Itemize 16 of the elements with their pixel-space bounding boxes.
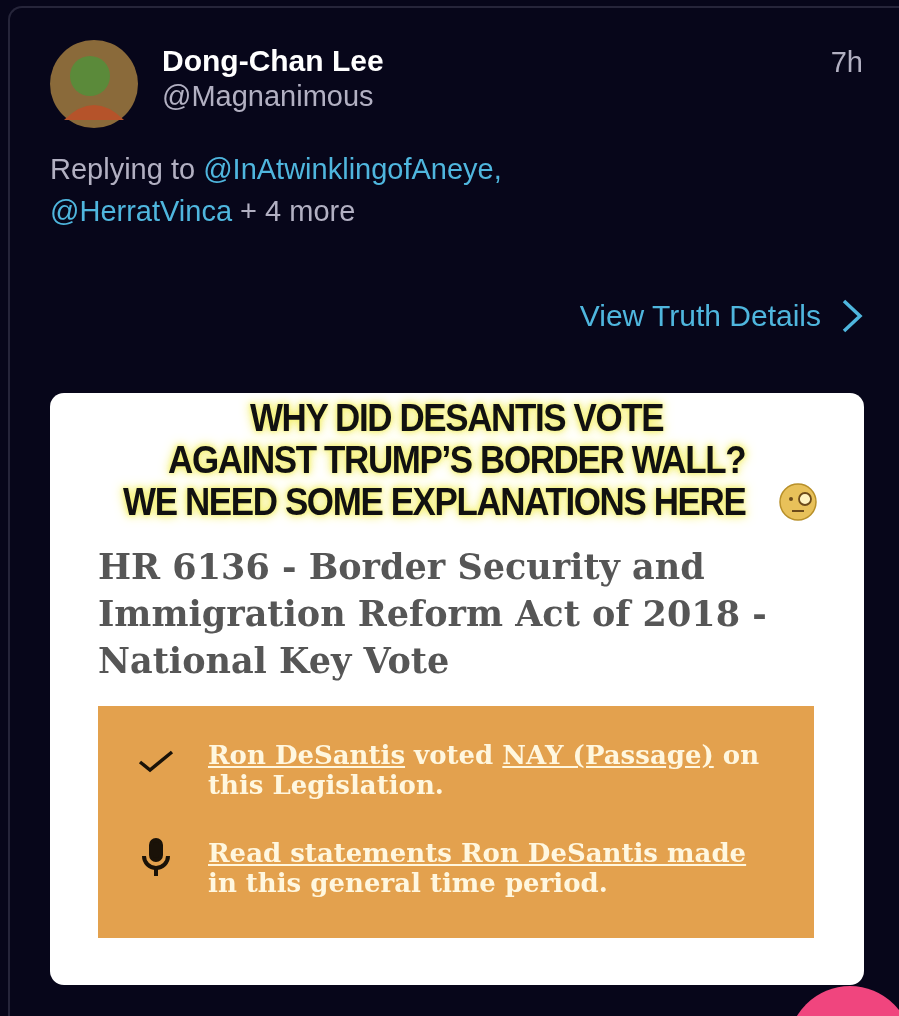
headline-text: WE NEED SOME EXPLANATIONS HERE bbox=[122, 481, 746, 523]
mention-link[interactable]: @HerratVinca bbox=[50, 195, 233, 227]
author-name[interactable]: Dong-Chan Lee bbox=[162, 44, 807, 78]
headline-text: WHY DID DESANTIS VOTE bbox=[250, 397, 664, 439]
vote-text: Ron DeSantis voted NAY (Passage) on this Legislation. bbox=[208, 740, 761, 800]
monocle-face-icon bbox=[778, 482, 819, 522]
vote-text: Read statements Ron DeSantis made in this general time period. bbox=[208, 838, 748, 898]
author-handle[interactable]: @Magnanimous bbox=[162, 80, 807, 113]
headline-text: AGAINST TRUMP’S BORDER WALL? bbox=[168, 439, 746, 481]
post-time: 7h bbox=[830, 45, 863, 79]
bill-title: HR 6136 - Border Security and Immigration Reform Act of 2018 - National Key Vote bbox=[98, 545, 768, 683]
view-details-link[interactable]: View Truth Details bbox=[579, 299, 821, 333]
avatar[interactable] bbox=[50, 40, 138, 128]
replying-to-text: Replying to @InAtwinklingofAneye, @HerratVinca + 4 more bbox=[50, 152, 503, 229]
chevron-right-icon[interactable] bbox=[841, 298, 863, 334]
mention-link[interactable]: @InAtwinklingofAneye, bbox=[203, 153, 502, 185]
